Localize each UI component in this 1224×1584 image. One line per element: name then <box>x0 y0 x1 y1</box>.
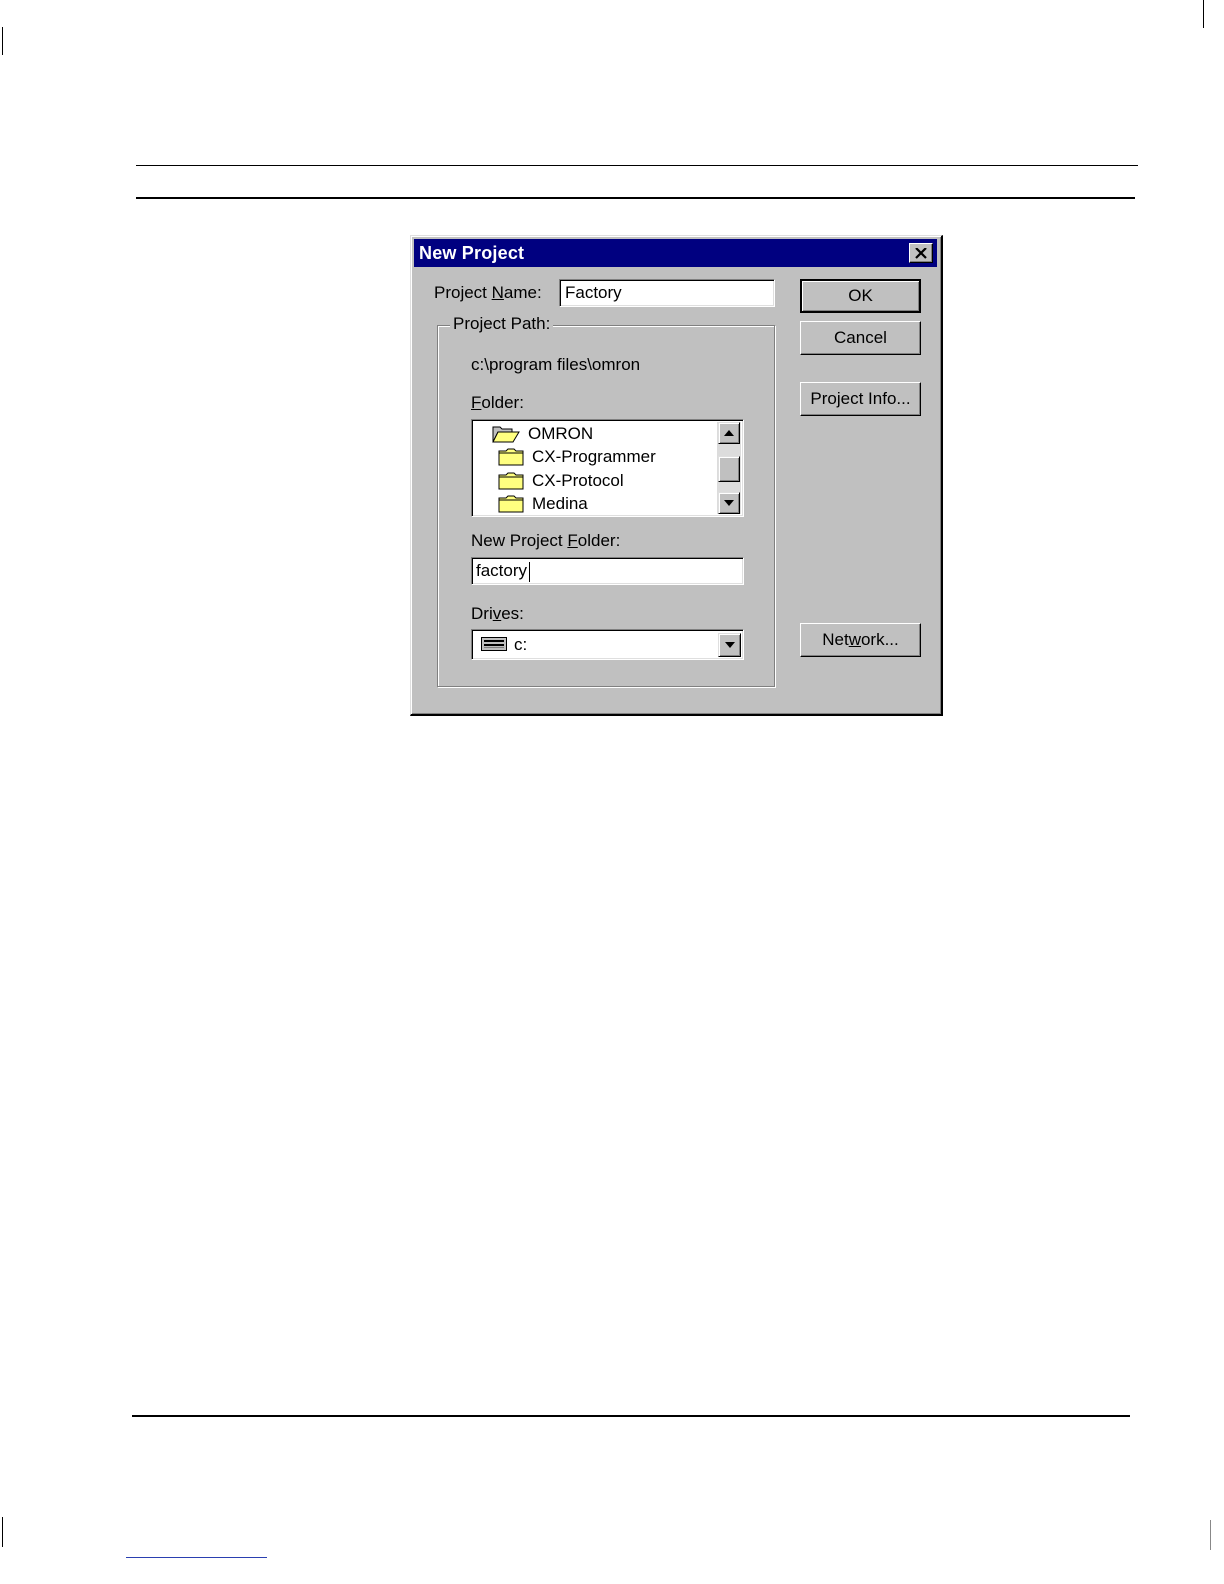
crop-mark-bottom-right <box>1210 1520 1211 1550</box>
new-project-folder-input[interactable]: factory <box>471 557 744 585</box>
folder-list-scrollbar[interactable] <box>717 422 741 514</box>
dialog-title: New Project <box>419 243 525 263</box>
close-button[interactable] <box>909 243 933 263</box>
folder-cx-programmer-label: CX-Programmer <box>532 447 656 466</box>
folder-omron-label: OMRON <box>528 424 594 443</box>
list-item[interactable]: CX-Protocol <box>498 470 624 492</box>
drives-select[interactable]: c: <box>471 629 744 660</box>
folder-list[interactable]: OMRON CX-Programmer CX-Protocol Medina <box>471 419 744 517</box>
cancel-button[interactable]: Cancel <box>800 321 921 355</box>
folder-cx-protocol-label: CX-Protocol <box>532 471 624 490</box>
hard-drive-icon <box>481 637 507 651</box>
scroll-thumb[interactable] <box>718 456 740 482</box>
current-path-text: c:\program files\omron <box>471 355 641 374</box>
list-item[interactable]: OMRON <box>492 423 593 445</box>
drives-dropdown-button[interactable] <box>718 633 741 657</box>
footer-rule <box>132 1415 1130 1417</box>
cancel-button-label: Cancel <box>834 328 887 347</box>
project-path-legend: Project Path: <box>450 314 554 334</box>
arrow-down-icon <box>724 500 734 506</box>
ok-button-label: OK <box>848 286 873 305</box>
drives-label: Drives: <box>471 604 524 623</box>
open-folder-icon <box>492 426 520 443</box>
chevron-down-icon <box>724 642 735 648</box>
crop-mark-top-left <box>2 27 3 55</box>
new-project-folder-value: factory <box>476 561 528 580</box>
project-name-input[interactable]: Factory <box>559 279 775 307</box>
ok-button[interactable]: OK <box>800 279 921 313</box>
crop-mark-bottom-left <box>2 1517 3 1547</box>
text-caret <box>529 562 530 582</box>
crop-mark-top-right <box>1203 0 1204 28</box>
project-name-label: Project Name: <box>434 283 542 302</box>
header-rule-thick <box>136 197 1135 199</box>
project-name-value: Factory <box>565 283 622 302</box>
footer-link-underline <box>126 1557 267 1558</box>
project-info-button-label: Project Info... <box>810 389 911 408</box>
close-icon <box>915 247 927 259</box>
folder-icon <box>498 472 524 490</box>
network-button-label: Network... <box>822 630 899 649</box>
scroll-down-button[interactable] <box>718 492 740 514</box>
network-button[interactable]: Network... <box>800 623 921 657</box>
folder-label: Folder: <box>471 393 524 412</box>
project-path-group: Project Path: c:\program files\omron Fol… <box>437 314 775 687</box>
folder-icon <box>498 448 524 466</box>
drive-value: c: <box>514 635 528 654</box>
arrow-up-icon <box>724 430 734 436</box>
new-project-dialog: New Project Project Name: Factory OK Can… <box>410 235 943 716</box>
list-item[interactable]: Medina <box>498 493 588 515</box>
folder-medina-label: Medina <box>532 494 588 513</box>
header-rule-thin <box>136 165 1138 166</box>
new-project-folder-label: New Project Folder: <box>471 531 621 550</box>
project-info-button[interactable]: Project Info... <box>800 382 921 416</box>
list-item[interactable]: CX-Programmer <box>498 446 656 468</box>
scroll-up-button[interactable] <box>718 422 740 444</box>
title-bar[interactable]: New Project <box>414 239 937 267</box>
folder-icon <box>498 495 524 513</box>
